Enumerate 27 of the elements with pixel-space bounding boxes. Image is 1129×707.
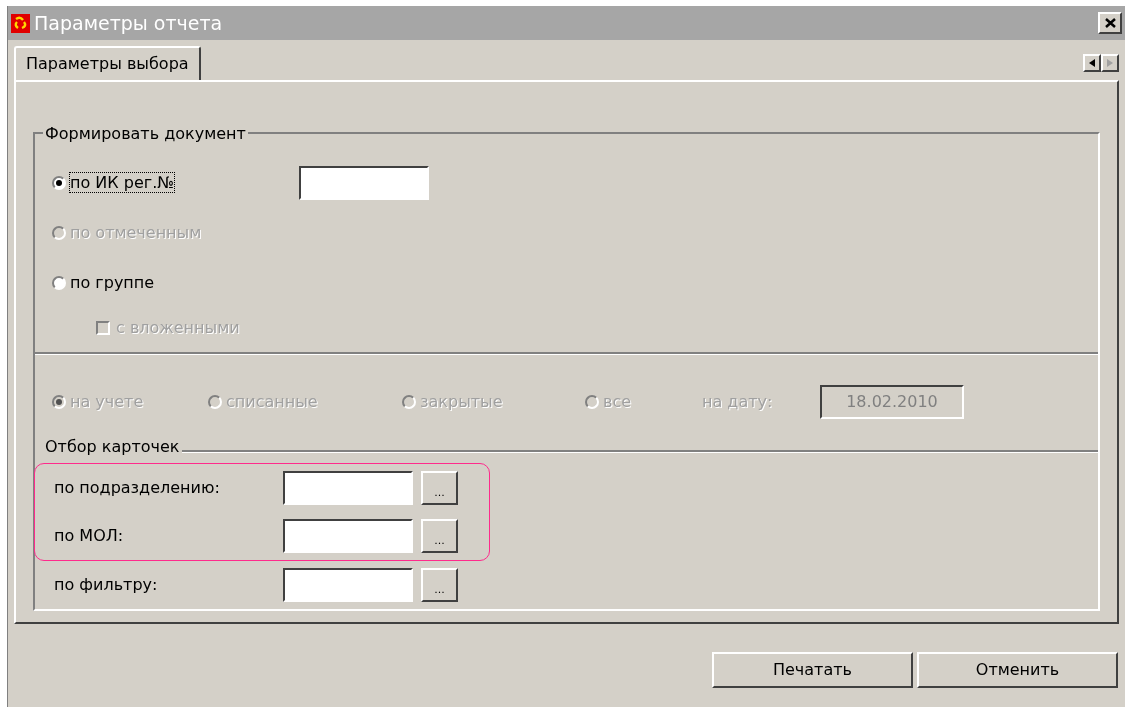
close-button[interactable] xyxy=(1098,12,1122,34)
close-icon xyxy=(1104,18,1116,28)
radio-label[interactable]: по ИК рег.№ xyxy=(70,171,295,195)
field-label: по МОЛ: xyxy=(53,525,125,547)
window-title: Параметры отчета xyxy=(34,10,223,36)
browse-button[interactable]: ... xyxy=(421,519,458,553)
field-label: по подразделению: xyxy=(53,477,221,499)
group-title: Формировать документ xyxy=(45,124,246,143)
group-title: Отбор карточек xyxy=(44,436,181,458)
app-logo-icon xyxy=(11,13,30,33)
scroll-left-button[interactable] xyxy=(1083,54,1101,72)
input-field[interactable] xyxy=(283,568,413,602)
field-label: по фильтру: xyxy=(53,574,159,596)
input-field[interactable] xyxy=(283,471,413,505)
radio-button[interactable] xyxy=(52,276,66,290)
radio-label[interactable]: по группе xyxy=(70,271,295,295)
right-triangle-icon xyxy=(1107,59,1113,67)
browse-button[interactable]: ... xyxy=(421,568,458,602)
browse-button[interactable]: ... xyxy=(421,471,458,505)
dialog-button[interactable]: Отменить xyxy=(917,652,1118,688)
input-field[interactable] xyxy=(299,166,429,200)
left-triangle-icon xyxy=(1089,59,1095,67)
radio-button[interactable] xyxy=(52,176,66,190)
tab[interactable]: Параметры выбора xyxy=(14,46,201,80)
scroll-right-button[interactable] xyxy=(1101,54,1119,72)
input-field[interactable] xyxy=(283,519,413,553)
dialog-button[interactable]: Печатать xyxy=(712,652,913,688)
